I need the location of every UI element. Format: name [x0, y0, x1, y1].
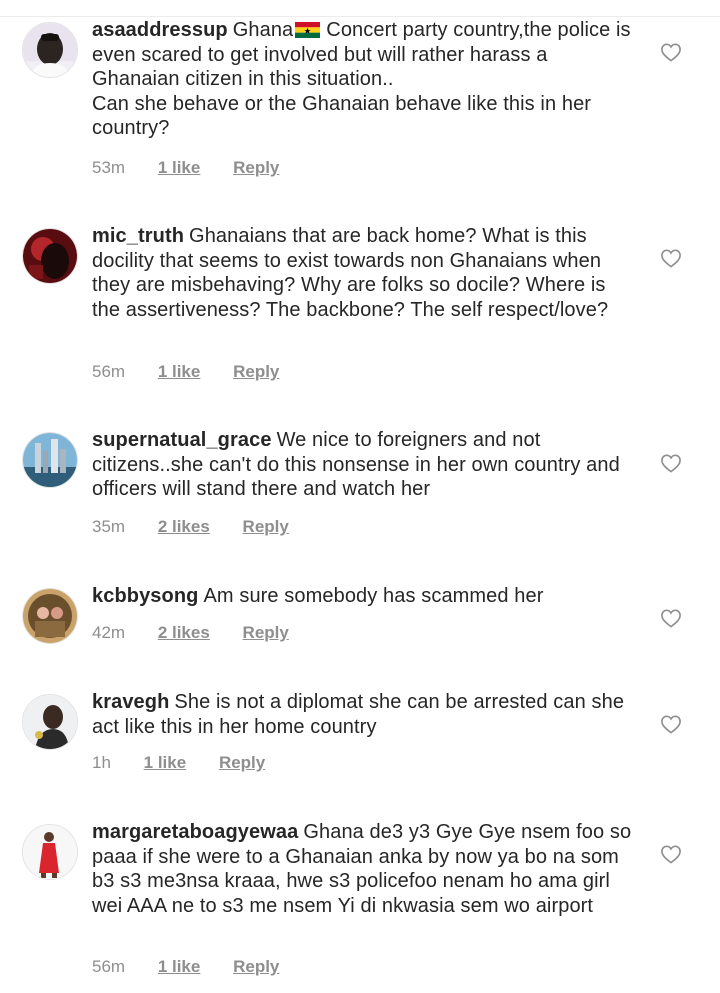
comment-meta: 56m 1 like Reply: [92, 957, 279, 977]
timestamp: 56m: [92, 362, 126, 381]
avatar[interactable]: [22, 824, 78, 880]
username[interactable]: kravegh: [92, 691, 169, 713]
comment-body: kravegh She is not a diplomat she can be …: [92, 690, 632, 739]
heart-outline-icon[interactable]: [660, 42, 682, 62]
ghana-flag-icon: [295, 22, 321, 38]
comment-body: mic_truth Ghanaians that are back home? W…: [92, 224, 632, 322]
comment-meta: 35m 2 likes Reply: [92, 517, 289, 537]
comment-text: Am sure somebody has scammed her: [203, 585, 544, 607]
comment-meta: 1h 1 like Reply: [92, 753, 265, 773]
top-divider: [0, 0, 720, 17]
reply-button[interactable]: Reply: [243, 517, 289, 536]
username[interactable]: kcbbysong: [92, 585, 198, 607]
username[interactable]: supernatual_grace: [92, 429, 272, 451]
avatar[interactable]: [22, 228, 78, 284]
likes-link[interactable]: 1 like: [158, 362, 201, 381]
comment-meta: 56m 1 like Reply: [92, 362, 279, 382]
avatar[interactable]: [22, 694, 78, 750]
comment-body: asaaddressup Ghana Concert party country,t…: [92, 18, 632, 141]
reply-button[interactable]: Reply: [233, 362, 279, 381]
likes-link[interactable]: 1 like: [144, 753, 187, 772]
username[interactable]: margaretaboagyewaa: [92, 821, 298, 843]
comment-body: supernatual_grace We nice to foreigners a…: [92, 428, 632, 502]
comment-meta: 42m 2 likes Reply: [92, 623, 289, 643]
heart-outline-icon[interactable]: [660, 453, 682, 473]
comment-body: kcbbysong Am sure somebody has scammed he…: [92, 584, 632, 609]
comment-body: margaretaboagyewaa Ghana de3 y3 Gye Gye n…: [92, 820, 632, 918]
heart-outline-icon[interactable]: [660, 844, 682, 864]
comment-meta: 53m 1 like Reply: [92, 158, 279, 178]
comment-text-continued: Can she behave or the Ghanaian behave li…: [92, 92, 592, 140]
avatar[interactable]: [22, 432, 78, 488]
timestamp: 53m: [92, 158, 126, 177]
comment-text-lead: Ghana: [232, 19, 294, 41]
reply-button[interactable]: Reply: [243, 623, 289, 642]
reply-button[interactable]: Reply: [233, 957, 279, 976]
likes-link[interactable]: 1 like: [158, 957, 201, 976]
avatar[interactable]: [22, 588, 78, 644]
likes-link[interactable]: 1 like: [158, 158, 201, 177]
timestamp: 42m: [92, 623, 126, 642]
likes-link[interactable]: 2 likes: [158, 623, 210, 642]
reply-button[interactable]: Reply: [233, 158, 279, 177]
reply-button[interactable]: Reply: [219, 753, 265, 772]
username[interactable]: mic_truth: [92, 225, 184, 247]
avatar[interactable]: [22, 22, 78, 78]
timestamp: 35m: [92, 517, 126, 536]
username[interactable]: asaaddressup: [92, 19, 228, 41]
likes-link[interactable]: 2 likes: [158, 517, 210, 536]
timestamp: 56m: [92, 957, 126, 976]
timestamp: 1h: [92, 753, 111, 772]
heart-outline-icon[interactable]: [660, 714, 682, 734]
comment-text: She is not a diplomat she can be arreste…: [92, 691, 625, 738]
heart-outline-icon[interactable]: [660, 608, 682, 628]
heart-outline-icon[interactable]: [660, 248, 682, 268]
